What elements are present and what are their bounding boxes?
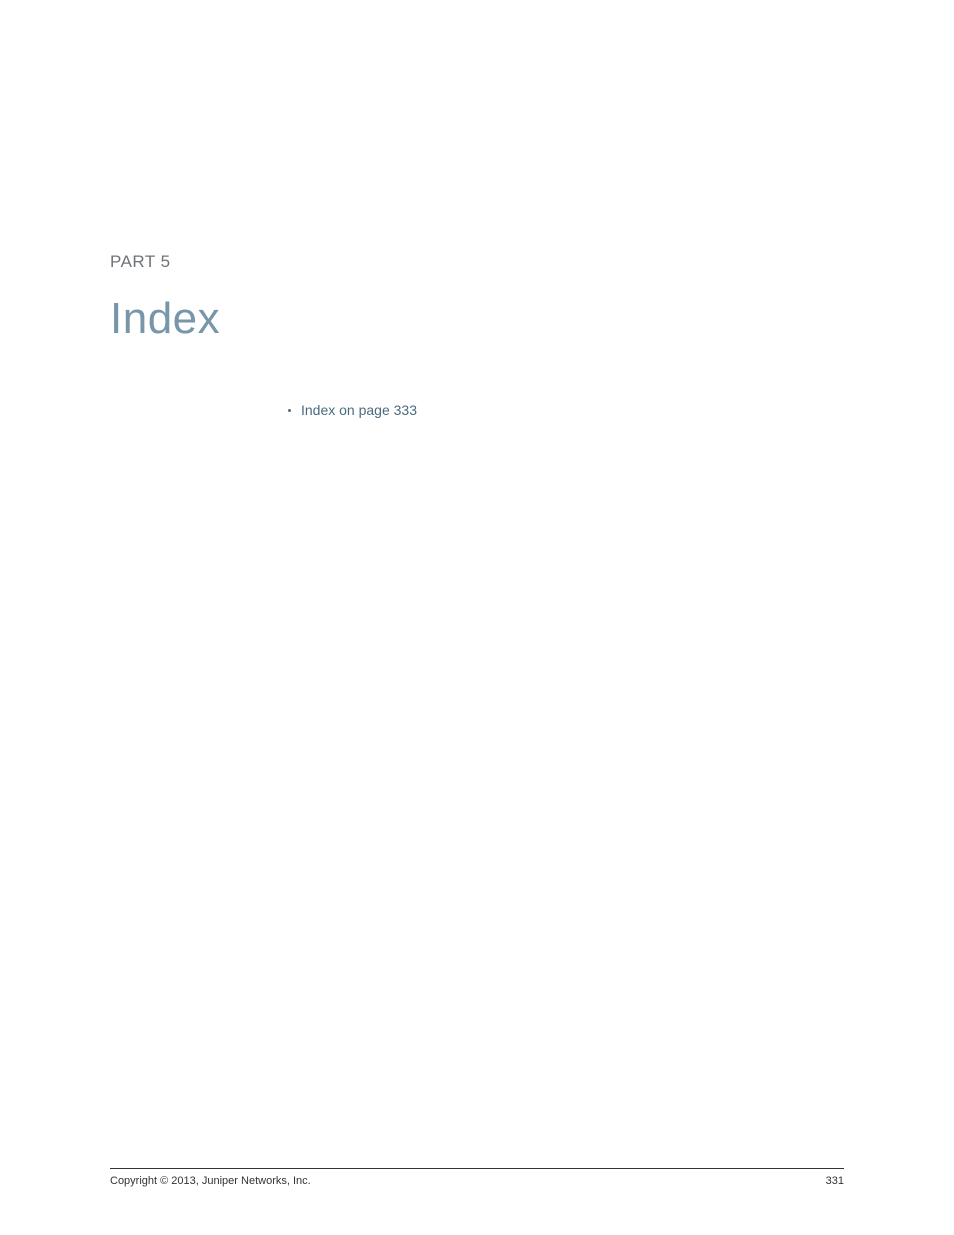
list-item: Index on page 333 xyxy=(288,402,844,418)
index-link[interactable]: Index on page 333 xyxy=(301,402,417,418)
page-number: 331 xyxy=(826,1175,844,1187)
bullet-list: Index on page 333 xyxy=(110,402,844,418)
bullet-icon xyxy=(288,409,291,412)
part-label: PART 5 xyxy=(110,252,844,272)
copyright-text: Copyright © 2013, Juniper Networks, Inc. xyxy=(110,1175,311,1187)
footer: Copyright © 2013, Juniper Networks, Inc.… xyxy=(110,1168,844,1187)
page-content: PART 5 Index Index on page 333 xyxy=(0,0,954,418)
main-title: Index xyxy=(110,294,844,344)
